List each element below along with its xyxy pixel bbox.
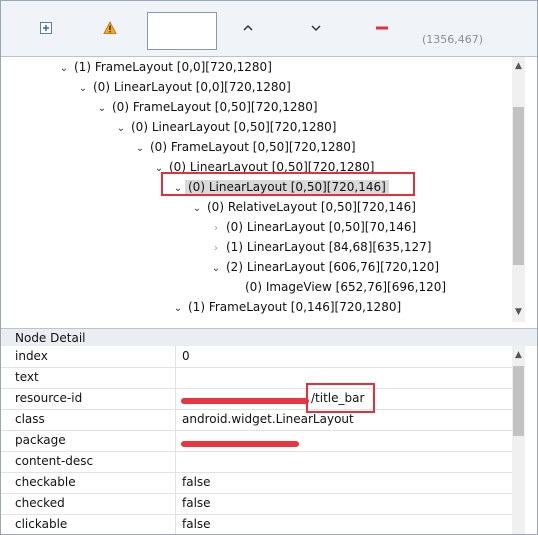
warning-icon bbox=[103, 21, 117, 34]
table-row[interactable]: content-desc bbox=[1, 451, 513, 473]
tree-node-label: (0) LinearLayout [0,50][720,1280] bbox=[131, 120, 337, 134]
screenshot-thumbnail[interactable] bbox=[147, 12, 217, 50]
property-value: false bbox=[182, 517, 211, 531]
table-row[interactable]: text bbox=[1, 367, 513, 389]
tree-node-label: (0) LinearLayout [0,0][720,1280] bbox=[93, 80, 291, 94]
collapse-arrow-icon[interactable]: › bbox=[209, 239, 223, 259]
node-detail-header: Node Detail bbox=[1, 328, 537, 346]
redaction-mark bbox=[181, 398, 309, 404]
tree-node[interactable]: ⌄ (0) FrameLayout [0,50][720,1280] bbox=[95, 97, 321, 117]
expand-arrow-icon[interactable]: ⌄ bbox=[76, 79, 90, 99]
toggle-naf-button[interactable] bbox=[97, 15, 123, 41]
expand-arrow-icon[interactable]: ⌄ bbox=[209, 259, 223, 279]
tree-node[interactable]: ⌄ (0) FrameLayout [0,50][720,1280] bbox=[133, 137, 359, 157]
scroll-up-icon[interactable]: ▲ bbox=[512, 59, 525, 73]
property-key: checked bbox=[15, 496, 65, 510]
tree-node-label: (0) RelativeLayout [0,50][720,146] bbox=[207, 200, 416, 214]
tree-scrollbar[interactable]: ▲ ▼ bbox=[512, 57, 525, 322]
table-row[interactable]: checked false bbox=[1, 493, 513, 515]
tree-node[interactable]: ⌄ (1) FrameLayout [0,146][720,1280] bbox=[171, 297, 404, 317]
clear-button[interactable] bbox=[369, 15, 395, 41]
property-value: 0 bbox=[182, 349, 190, 363]
tree-node-label: (0) FrameLayout [0,50][720,1280] bbox=[112, 100, 318, 114]
tree-scroll-thumb[interactable] bbox=[513, 107, 524, 265]
table-row[interactable]: index 0 bbox=[1, 346, 513, 368]
expand-arrow-icon[interactable]: ⌄ bbox=[190, 199, 204, 219]
collapse-arrow-icon[interactable]: › bbox=[209, 219, 223, 239]
tree-node-label: (0) FrameLayout [0,50][720,1280] bbox=[150, 140, 356, 154]
property-key: resource-id bbox=[15, 391, 83, 405]
tree-node-label: (1) FrameLayout [0,0][720,1280] bbox=[74, 60, 272, 74]
expand-arrow-icon[interactable]: ⌄ bbox=[171, 299, 185, 319]
property-key: class bbox=[15, 412, 45, 426]
scroll-down-icon[interactable]: ▼ bbox=[512, 305, 525, 319]
tree-node-label: (0) ImageView [652,76][696,120] bbox=[245, 280, 447, 294]
table-row[interactable]: clickable false bbox=[1, 514, 513, 534]
plus-square-icon bbox=[40, 22, 52, 34]
column-divider bbox=[175, 346, 176, 534]
node-detail-table: index 0 text resource-id/title_bar class a… bbox=[1, 346, 513, 534]
detail-scroll-thumb[interactable] bbox=[513, 366, 524, 436]
toolbar: (1356,467) bbox=[1, 1, 537, 57]
scroll-up-icon[interactable]: ▲ bbox=[512, 348, 525, 362]
table-row[interactable]: checkable false bbox=[1, 472, 513, 494]
chevron-down-icon bbox=[311, 25, 321, 32]
property-key: content-desc bbox=[15, 454, 94, 468]
tree-node[interactable]: ⌄ (0) LinearLayout [0,0][720,1280] bbox=[76, 77, 294, 97]
property-key: package bbox=[15, 433, 66, 447]
expand-arrow-icon[interactable]: ⌄ bbox=[114, 119, 128, 139]
property-key: index bbox=[15, 349, 48, 363]
detail-scrollbar[interactable]: ▲ bbox=[512, 346, 525, 534]
coordinates-readout: (1356,467) bbox=[422, 33, 484, 46]
tree-node[interactable]: › (1) LinearLayout [84,68][635,127] bbox=[209, 237, 434, 257]
resource-id-annotation-box bbox=[306, 383, 375, 413]
table-row[interactable]: class android.widget.LinearLayout bbox=[1, 409, 513, 431]
chevron-up-icon bbox=[243, 24, 253, 31]
tree-node-label: (1) LinearLayout [84,68][635,127] bbox=[226, 240, 432, 254]
selection-annotation-box bbox=[161, 172, 415, 196]
navigate-up-button[interactable] bbox=[235, 15, 261, 41]
redaction-mark bbox=[181, 441, 299, 447]
tree-node[interactable]: ⌄ (0) RelativeLayout [0,50][720,146] bbox=[190, 197, 419, 217]
tree-node[interactable]: ⌄ (2) LinearLayout [606,76][720,120] bbox=[209, 257, 442, 277]
minus-icon bbox=[376, 26, 388, 30]
tree-node-label: (0) LinearLayout [0,50][70,146] bbox=[226, 220, 417, 234]
tree-node[interactable]: ⌄ (1) FrameLayout [0,0][720,1280] bbox=[57, 57, 275, 77]
expand-arrow-icon[interactable]: ⌄ bbox=[57, 59, 71, 79]
tree-node[interactable]: (0) ImageView [652,76][696,120] bbox=[228, 277, 449, 297]
navigate-down-button[interactable] bbox=[303, 15, 329, 41]
expand-arrow-icon[interactable]: ⌄ bbox=[133, 139, 147, 159]
tree-node[interactable]: › (0) LinearLayout [0,50][70,146] bbox=[209, 217, 419, 237]
tree-node-label: (2) LinearLayout [606,76][720,120] bbox=[226, 260, 440, 274]
property-key: text bbox=[15, 370, 39, 384]
expand-all-button[interactable] bbox=[33, 15, 59, 41]
tree-node[interactable]: ⌄ (0) LinearLayout [0,50][720,1280] bbox=[114, 117, 339, 137]
expand-arrow-icon[interactable]: ⌄ bbox=[95, 99, 109, 119]
property-value: false bbox=[182, 496, 211, 510]
property-key: checkable bbox=[15, 475, 76, 489]
tree-node-label: (1) FrameLayout [0,146][720,1280] bbox=[188, 300, 402, 314]
property-key: clickable bbox=[15, 517, 68, 531]
property-value: false bbox=[182, 475, 211, 489]
